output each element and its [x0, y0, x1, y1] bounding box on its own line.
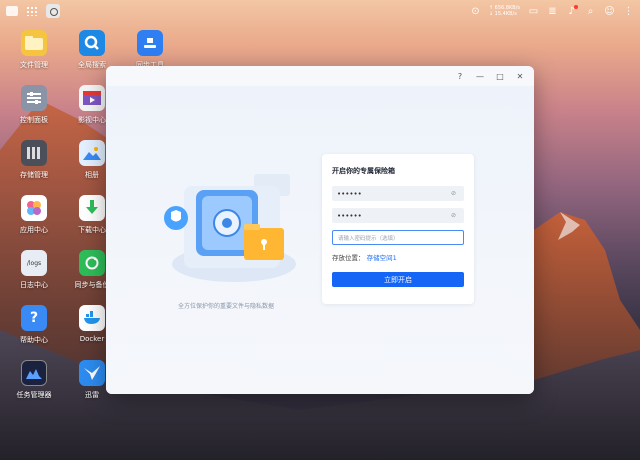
task-manager-icon — [21, 360, 47, 386]
display-icon[interactable]: ▭ — [528, 6, 539, 17]
net-down-speed: ↓ 15.4KB/s — [488, 11, 517, 17]
desktop-item-task-manager[interactable]: 任务管理器 — [4, 360, 64, 400]
desktop-item-label: 存储管理 — [20, 171, 48, 179]
sync-icon — [79, 250, 105, 276]
confirm-password-field[interactable]: •••••• ⊘ — [332, 208, 464, 223]
search-icon[interactable]: ⌕ — [585, 6, 596, 17]
desktop-item-sync-tool[interactable]: 同步工具 — [120, 30, 180, 70]
window-titlebar: ? — □ ✕ — [106, 66, 534, 86]
desktop-item-label: 应用中心 — [20, 226, 48, 234]
app-grid-icon[interactable] — [26, 6, 38, 16]
close-button[interactable]: ✕ — [516, 72, 524, 81]
desktop-item-label: 任务管理器 — [16, 391, 52, 399]
storage-location: 存放位置： 存储空间1 — [332, 252, 464, 262]
password-field[interactable]: •••••• ⊘ — [332, 186, 464, 201]
desktop-item-help[interactable]: ? 帮助中心 — [4, 305, 64, 345]
download-arrow-icon — [79, 195, 105, 221]
help-icon: ? — [21, 305, 47, 331]
app-center-icon — [21, 195, 47, 221]
photo-icon — [79, 140, 105, 166]
desktop-item-label: 日志中心 — [20, 281, 48, 289]
magnifier-icon — [79, 30, 105, 56]
more-icon[interactable]: ⋮ — [623, 6, 634, 17]
location-label: 存放位置： — [332, 254, 365, 262]
user-icon[interactable]: ☺ — [604, 6, 615, 17]
enable-now-button[interactable]: 立即开启 — [332, 272, 464, 287]
confirm-password-mask: •••••• — [337, 211, 362, 220]
desktop-item-control-panel[interactable]: 控制面板 — [4, 85, 64, 125]
safe-box-window: ? — □ ✕ 全方位保护你的重要文件与隐私数据 开启你的专属保险箱 •••••… — [106, 66, 534, 394]
bird-icon — [79, 360, 105, 386]
video-player-icon — [79, 85, 105, 111]
search-app-icon[interactable] — [46, 4, 60, 18]
vault-form-card: 开启你的专属保险箱 •••••• ⊘ •••••• ⊘ 请输入密码提示（选填） … — [322, 154, 474, 304]
help-button[interactable]: ? — [456, 72, 464, 81]
network-speed: ↑ 656.8KB/s ↓ 15.4KB/s — [489, 5, 520, 17]
desktop-item-global-search[interactable]: 全局搜索 — [62, 30, 122, 70]
illustration-caption: 全方位保护你的重要文件与隐私数据 — [177, 303, 274, 310]
eye-off-icon[interactable]: ⊘ — [451, 191, 459, 197]
location-link[interactable]: 存储空间1 — [367, 254, 397, 262]
recorder-icon[interactable]: ⊙ — [470, 6, 481, 17]
desktop-item-label: 文件管理 — [20, 61, 48, 69]
safe-illustration — [164, 174, 296, 282]
form-title: 开启你的专属保险箱 — [332, 167, 395, 175]
desktop-item-files[interactable]: 文件管理 — [4, 30, 64, 70]
password-mask: •••••• — [337, 189, 362, 198]
eye-off-icon[interactable]: ⊘ — [451, 213, 459, 219]
desktop-item-label: 控制面板 — [20, 116, 48, 124]
desktop-item-storage[interactable]: 存储管理 — [4, 140, 64, 180]
list-icon[interactable]: ≣ — [547, 6, 558, 17]
drive-icon — [137, 30, 163, 56]
storage-icon — [21, 140, 47, 166]
desktop-item-label: 帮助中心 — [20, 336, 48, 344]
desktop-item-app-center[interactable]: 应用中心 — [4, 195, 64, 235]
folder-icon — [21, 30, 47, 56]
maximize-button[interactable]: □ — [496, 72, 504, 81]
docker-whale-icon — [79, 305, 105, 331]
sliders-icon — [21, 85, 47, 111]
notification-icon[interactable]: ♪ — [566, 4, 578, 17]
desktop-item-log-center[interactable]: /logs 日志中心 — [4, 250, 64, 290]
desktop-icon[interactable] — [6, 6, 18, 16]
logs-icon: /logs — [21, 250, 47, 276]
window-content: 全方位保护你的重要文件与隐私数据 开启你的专属保险箱 •••••• ⊘ ••••… — [106, 86, 534, 394]
password-hint-placeholder: 请输入密码提示（选填） — [338, 235, 399, 242]
password-hint-input[interactable]: 请输入密码提示（选填） — [332, 230, 464, 245]
logs-icon-text: /logs — [26, 259, 42, 267]
minimize-button[interactable]: — — [476, 72, 484, 81]
top-taskbar: ⊙ ↑ 656.8KB/s ↓ 15.4KB/s ▭ ≣ ♪ ⌕ ☺ ⋮ — [0, 0, 640, 22]
